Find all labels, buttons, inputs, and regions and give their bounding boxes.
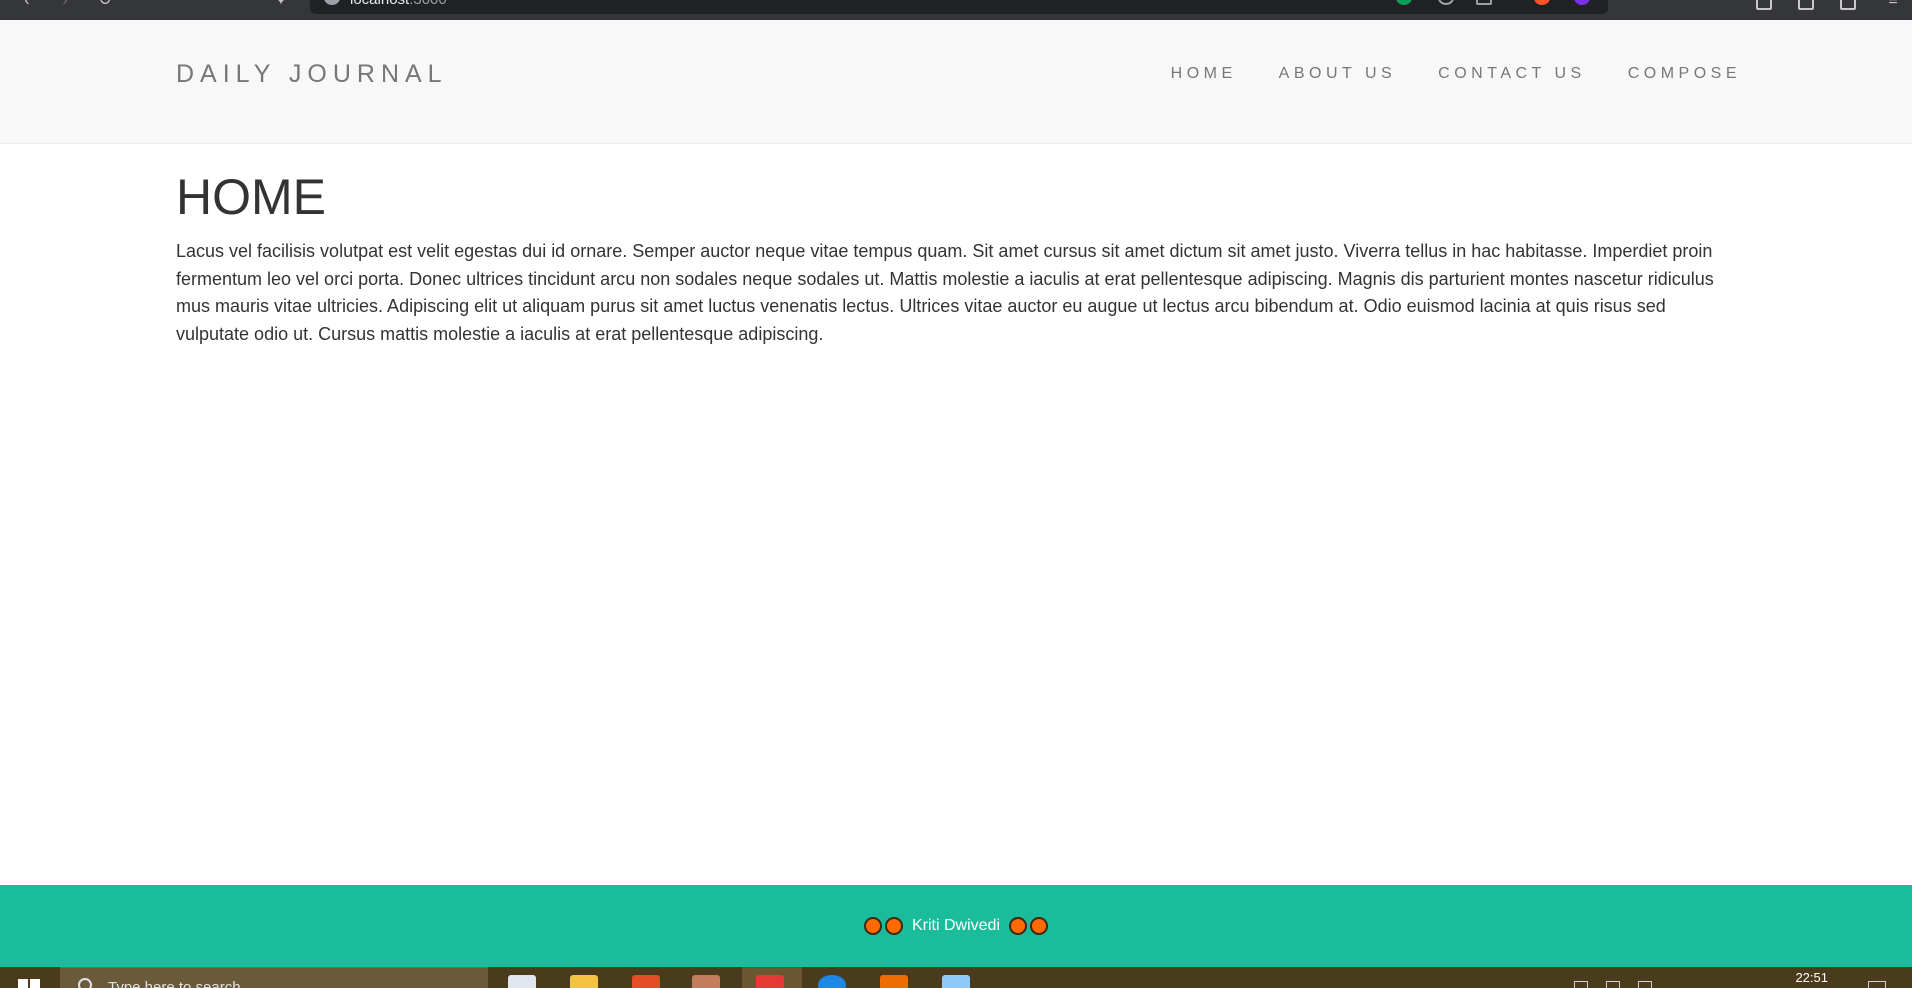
nav-compose[interactable]: COMPOSE bbox=[1628, 65, 1741, 83]
taskbar: Type here to search 22:51 bbox=[0, 967, 1912, 988]
office-icon[interactable] bbox=[632, 975, 660, 988]
footer-credit: Kriti Dwivedi bbox=[863, 917, 1048, 935]
file-explorer-icon[interactable] bbox=[570, 975, 598, 988]
main-content: HOME Lacus vel facilisis volutpat est ve… bbox=[176, 168, 1736, 348]
footer-author: Kriti Dwivedi bbox=[911, 917, 1000, 934]
notifications-icon[interactable] bbox=[1868, 981, 1886, 988]
zoom-icon[interactable] bbox=[1438, 0, 1454, 5]
dot-icon bbox=[884, 917, 903, 935]
brave-shield-icon[interactable] bbox=[1534, 0, 1550, 5]
site-footer: Kriti Dwivedi bbox=[0, 885, 1912, 967]
url-text: localhost:3000 bbox=[350, 0, 447, 9]
back-icon[interactable]: ‹ bbox=[18, 0, 36, 10]
dot-icon bbox=[1030, 917, 1048, 935]
nav-about-us[interactable]: ABOUT US bbox=[1279, 65, 1397, 83]
window-app-icon[interactable] bbox=[942, 975, 970, 988]
search-icon bbox=[78, 978, 92, 988]
forward-icon[interactable]: › bbox=[56, 0, 74, 10]
dot-icon bbox=[1009, 917, 1027, 935]
url-host: localhost bbox=[350, 0, 409, 8]
nav-home[interactable]: HOME bbox=[1171, 65, 1237, 83]
tabs-icon[interactable] bbox=[1798, 0, 1814, 10]
battery-icon[interactable] bbox=[1606, 981, 1620, 988]
wallet-icon[interactable] bbox=[1840, 0, 1856, 10]
main-nav: HOME ABOUT US CONTACT US COMPOSE bbox=[1129, 65, 1741, 83]
site-info-icon[interactable] bbox=[324, 0, 340, 5]
windows-start-icon[interactable] bbox=[18, 979, 40, 988]
extension-icon[interactable] bbox=[1396, 0, 1412, 5]
nav-contact-us[interactable]: CONTACT US bbox=[1438, 65, 1586, 83]
share-icon[interactable] bbox=[1476, 0, 1492, 5]
taskbar-search-placeholder: Type here to search bbox=[108, 979, 241, 988]
address-bar[interactable]: localhost:3000 bbox=[310, 0, 1608, 14]
taskbar-search[interactable]: Type here to search bbox=[60, 967, 488, 988]
dot-icon bbox=[863, 917, 882, 935]
menu-icon[interactable]: ≡ bbox=[1884, 0, 1902, 10]
edge-icon[interactable] bbox=[818, 975, 846, 988]
brand-logo[interactable]: DAILY JOURNAL bbox=[176, 60, 448, 89]
page-body: Lacus vel facilisis volutpat est velit e… bbox=[176, 241, 1714, 344]
site-header: DAILY JOURNAL HOME ABOUT US CONTACT US C… bbox=[0, 20, 1912, 144]
bookmark-icon[interactable]: ✦ bbox=[272, 0, 290, 10]
volume-icon[interactable] bbox=[1638, 981, 1652, 988]
network-icon[interactable] bbox=[1574, 981, 1588, 988]
url-port: :3000 bbox=[409, 0, 447, 8]
page-title: HOME bbox=[176, 169, 326, 225]
app-icon[interactable] bbox=[692, 975, 720, 988]
active-app-icon[interactable] bbox=[756, 975, 784, 988]
home-icon[interactable] bbox=[1756, 0, 1772, 10]
rewards-icon[interactable] bbox=[1574, 0, 1590, 5]
task-view-icon[interactable] bbox=[508, 975, 536, 988]
taskbar-clock[interactable]: 22:51 bbox=[1795, 970, 1828, 985]
reload-icon[interactable]: ↻ bbox=[96, 0, 114, 10]
browser-toolbar: ‹ › ↻ ✦ localhost:3000 ≡ bbox=[0, 0, 1912, 20]
xampp-icon[interactable] bbox=[880, 975, 908, 988]
